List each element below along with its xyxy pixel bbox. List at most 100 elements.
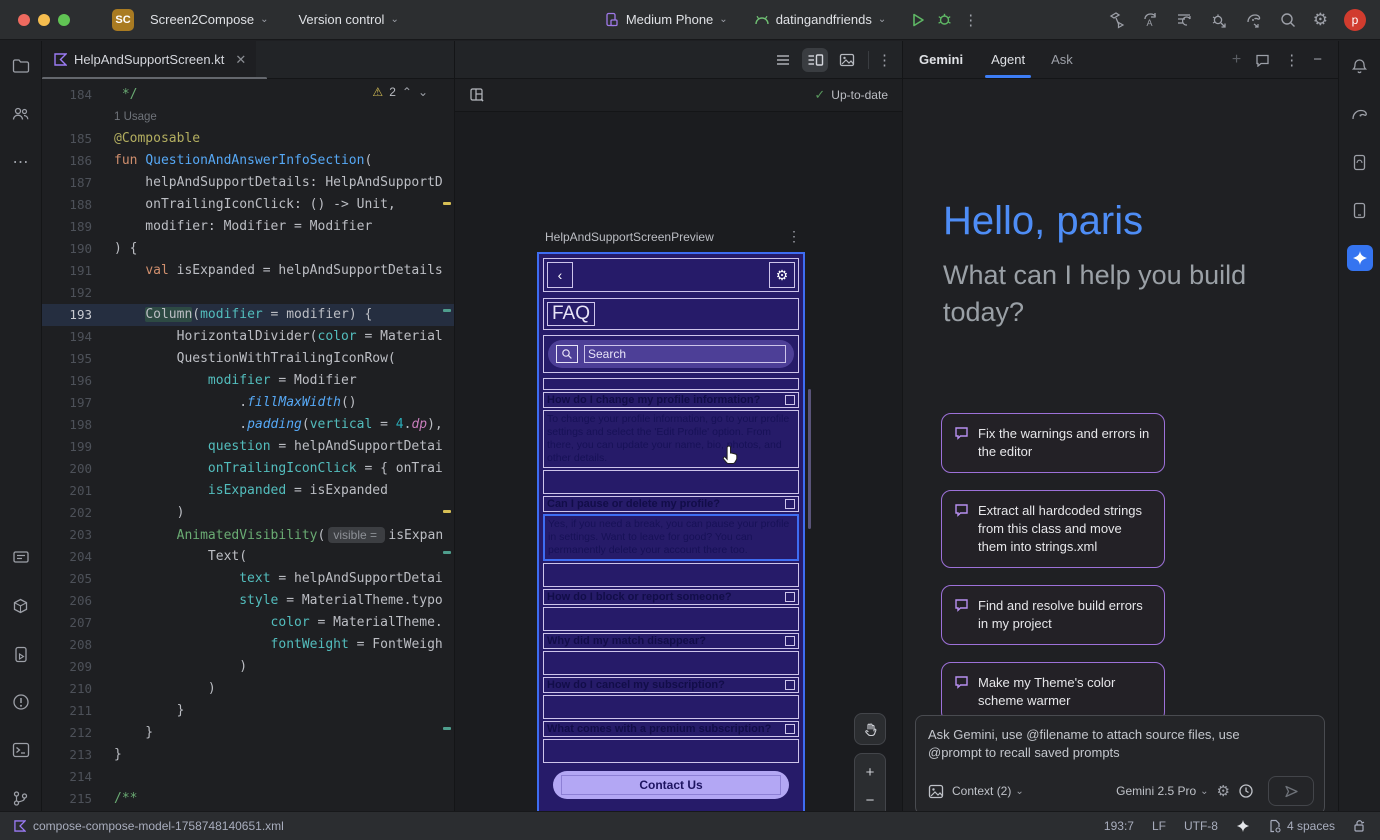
search-bar[interactable]: Search [548, 340, 794, 368]
code-line[interactable]: 208 fontWeight = FontWeigh [42, 634, 454, 656]
code-line[interactable]: 200 onTrailingIconClick = { onTrai [42, 458, 454, 480]
suggestion-card[interactable]: Extract all hardcoded strings from this … [941, 490, 1165, 568]
code-line[interactable]: 210 ) [42, 678, 454, 700]
code-line[interactable]: 194 HorizontalDivider(color = Material [42, 326, 454, 348]
ai-rename-icon[interactable]: A [1142, 11, 1160, 29]
faq-answer[interactable]: To change your profile information, go t… [543, 410, 799, 468]
code-line[interactable]: 198 .padding(vertical = 4.dp), [42, 414, 454, 436]
zoom-out-button[interactable]: − [855, 786, 885, 814]
faq-answer[interactable]: Yes, if you need a break, you can pause … [543, 514, 799, 561]
preview-scrollbar[interactable] [808, 389, 811, 529]
code-line[interactable]: 214 [42, 766, 454, 788]
code-line[interactable]: 205 text = helpAndSupportDetai [42, 568, 454, 590]
project-folder-icon[interactable] [8, 53, 34, 79]
run-config-selector[interactable]: datingandfriends⌄ [746, 8, 895, 31]
code-line[interactable]: 212 } [42, 722, 454, 744]
build-variants-icon[interactable] [8, 593, 34, 619]
faq-answer-collapsed[interactable] [543, 607, 799, 631]
running-devices-phone-icon[interactable] [1347, 197, 1373, 223]
code-line[interactable]: 195 QuestionWithTrailingIconRow( [42, 348, 454, 370]
expand-toggle-icon[interactable] [785, 592, 795, 602]
status-file[interactable]: compose-compose-model-1758748140651.xml [14, 819, 284, 833]
new-chat-icon[interactable]: + [1232, 51, 1241, 69]
project-selector[interactable]: Screen2Compose⌄ [142, 8, 276, 31]
search-everywhere-icon[interactable] [1279, 11, 1297, 29]
file-encoding[interactable]: UTF-8 [1184, 819, 1218, 833]
gemini-input-box[interactable]: Ask Gemini, use @filename to attach sour… [915, 715, 1325, 811]
build-list-icon[interactable] [1176, 11, 1194, 29]
context-selector[interactable]: Context (2)⌄ [952, 784, 1024, 798]
more-tool-windows-icon[interactable]: ⋯ [8, 149, 34, 175]
device-manager-phone-icon[interactable] [1347, 149, 1373, 175]
prev-warning-icon[interactable]: ⌃ [402, 85, 412, 99]
code-line[interactable]: 204 Text( [42, 546, 454, 568]
expand-toggle-icon[interactable] [785, 724, 795, 734]
vcs-selector[interactable]: Version control⌄ [290, 8, 406, 31]
code-line[interactable]: 185@Composable [42, 128, 454, 150]
code-line[interactable]: 206 style = MaterialTheme.typo [42, 590, 454, 612]
code-line[interactable]: 215/** [42, 788, 454, 810]
preview-item-menu[interactable]: ⋮ [787, 228, 801, 245]
zoom-window-button[interactable] [58, 14, 70, 26]
preview-title[interactable]: HelpAndSupportScreenPreview [545, 230, 714, 244]
next-warning-icon[interactable]: ⌄ [418, 85, 428, 99]
more-actions-menu[interactable]: ⋮ [963, 11, 978, 29]
device-selector[interactable]: Medium Phone⌄ [597, 8, 736, 31]
design-view-button[interactable] [834, 48, 860, 72]
code-line[interactable]: 211 } [42, 700, 454, 722]
code-line[interactable]: 209 ) [42, 656, 454, 678]
expand-toggle-icon[interactable] [785, 680, 795, 690]
lock-open-icon[interactable] [1353, 819, 1366, 833]
gradle-icon[interactable] [1347, 101, 1373, 127]
faq-question-row[interactable]: How do I cancel my subscription? [543, 677, 799, 693]
faq-answer-collapsed[interactable] [543, 651, 799, 675]
faq-answer-collapsed[interactable] [543, 695, 799, 719]
zoom-in-button[interactable]: + [855, 758, 885, 786]
code-line[interactable]: 189 modifier: Modifier = Modifier [42, 216, 454, 238]
version-control-icon[interactable] [8, 785, 34, 811]
code-line[interactable]: 186fun QuestionAndAnswerInfoSection( [42, 150, 454, 172]
code-editor[interactable]: 184 */1 Usage185@Composable186fun Questi… [42, 79, 454, 811]
faq-answer-collapsed[interactable] [543, 739, 799, 763]
notifications-bell-icon[interactable] [1347, 53, 1373, 79]
faq-question-row[interactable]: How do I block or report someone? [543, 589, 799, 605]
code-line[interactable]: 213} [42, 744, 454, 766]
code-line[interactable]: 187 helpAndSupportDetails: HelpAndSuppor… [42, 172, 454, 194]
indent-setting[interactable]: 4 spaces [1268, 819, 1335, 833]
debug-button[interactable] [936, 11, 953, 28]
close-tab-icon[interactable]: ✕ [235, 52, 246, 68]
ui-check-icon[interactable] [469, 87, 485, 103]
history-clock-icon[interactable] [1238, 783, 1254, 799]
running-devices-icon[interactable] [8, 545, 34, 571]
split-view-button[interactable] [802, 48, 828, 72]
minimize-window-button[interactable] [38, 14, 50, 26]
user-avatar[interactable]: p [1344, 9, 1366, 31]
hide-panel-icon[interactable]: − [1313, 51, 1322, 68]
chat-history-icon[interactable] [1255, 53, 1270, 67]
gemini-tool-icon[interactable] [1347, 245, 1373, 271]
code-line[interactable]: 192 [42, 282, 454, 304]
suggestion-card[interactable]: Make my Theme's color scheme warmer [941, 662, 1165, 722]
code-line[interactable]: 201 isExpanded = isExpanded [42, 480, 454, 502]
suggestion-card[interactable]: Fix the warnings and errors in the edito… [941, 413, 1165, 473]
code-line[interactable]: 196 modifier = Modifier [42, 370, 454, 392]
phone-preview[interactable]: ‹ ⚙ FAQ Search [537, 252, 805, 832]
expand-toggle-icon[interactable] [785, 499, 795, 509]
code-line[interactable]: 188 onTrailingIconClick: () -> Unit, [42, 194, 454, 216]
preview-options-menu[interactable]: ⋮ [877, 51, 892, 69]
faq-question-row[interactable]: How do I change my profile information? [543, 392, 799, 408]
gemini-options-menu[interactable]: ⋮ [1284, 51, 1299, 69]
pan-tool-button[interactable] [854, 713, 886, 745]
profiler-bug-icon[interactable] [1210, 11, 1228, 29]
settings-gear-button[interactable]: ⚙ [769, 262, 795, 288]
code-line[interactable]: 190) { [42, 238, 454, 260]
caret-position[interactable]: 193:7 [1104, 819, 1134, 833]
send-button[interactable] [1268, 776, 1314, 806]
line-ending[interactable]: LF [1152, 819, 1166, 833]
faq-question-row[interactable]: What comes with a premium subscription? [543, 721, 799, 737]
ai-sparkle-icon[interactable] [1236, 819, 1250, 833]
inspections-widget[interactable]: ⚠ 2 ⌃ ⌄ [372, 85, 428, 99]
phone-top-app-bar[interactable]: ‹ ⚙ [543, 258, 799, 292]
search-input[interactable]: Search [584, 345, 786, 363]
code-line[interactable]: 193 Column(modifier = modifier) { [42, 304, 454, 326]
